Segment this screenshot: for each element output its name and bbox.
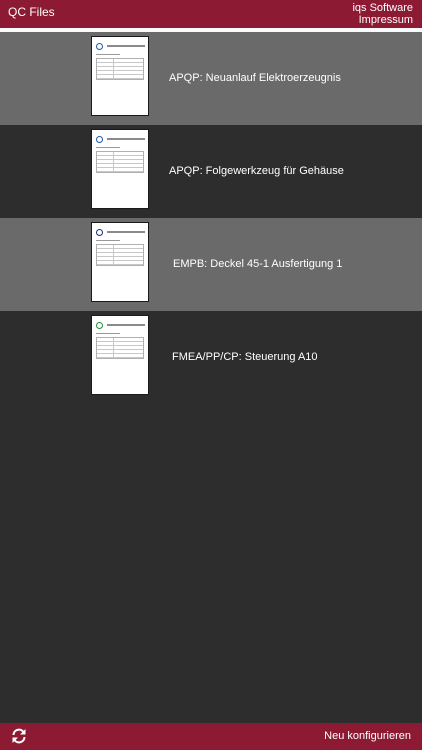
file-item[interactable]: EMPB: Deckel 45-1 Ausfertigung 1 xyxy=(0,218,422,311)
file-list: APQP: Neuanlauf Elektroerzeugnis APQP: F… xyxy=(0,32,422,404)
file-label: EMPB: Deckel 45-1 Ausfertigung 1 xyxy=(173,258,343,270)
document-thumbnail-icon xyxy=(91,36,149,116)
iqs-software-link[interactable]: iqs Software xyxy=(352,2,413,14)
app-header: QC Files iqs Software Impressum xyxy=(0,0,422,28)
brand-links: iqs Software Impressum xyxy=(352,2,413,26)
refresh-icon[interactable] xyxy=(10,727,28,745)
app-footer: Neu konfigurieren xyxy=(0,723,422,750)
document-thumbnail-icon xyxy=(91,129,149,209)
document-thumbnail-icon xyxy=(91,222,149,302)
reconfigure-button[interactable]: Neu konfigurieren xyxy=(324,730,411,742)
file-label: APQP: Neuanlauf Elektroerzeugnis xyxy=(169,72,341,84)
file-item[interactable]: APQP: Folgewerkzeug für Gehäuse xyxy=(0,125,422,218)
impressum-link[interactable]: Impressum xyxy=(352,14,413,26)
file-label: FMEA/PP/CP: Steuerung A10 xyxy=(172,351,318,363)
app-title: QC Files xyxy=(8,5,55,19)
file-label: APQP: Folgewerkzeug für Gehäuse xyxy=(169,165,344,177)
file-item[interactable]: FMEA/PP/CP: Steuerung A10 xyxy=(0,311,422,404)
document-thumbnail-icon xyxy=(91,315,149,395)
file-item[interactable]: APQP: Neuanlauf Elektroerzeugnis xyxy=(0,32,422,125)
